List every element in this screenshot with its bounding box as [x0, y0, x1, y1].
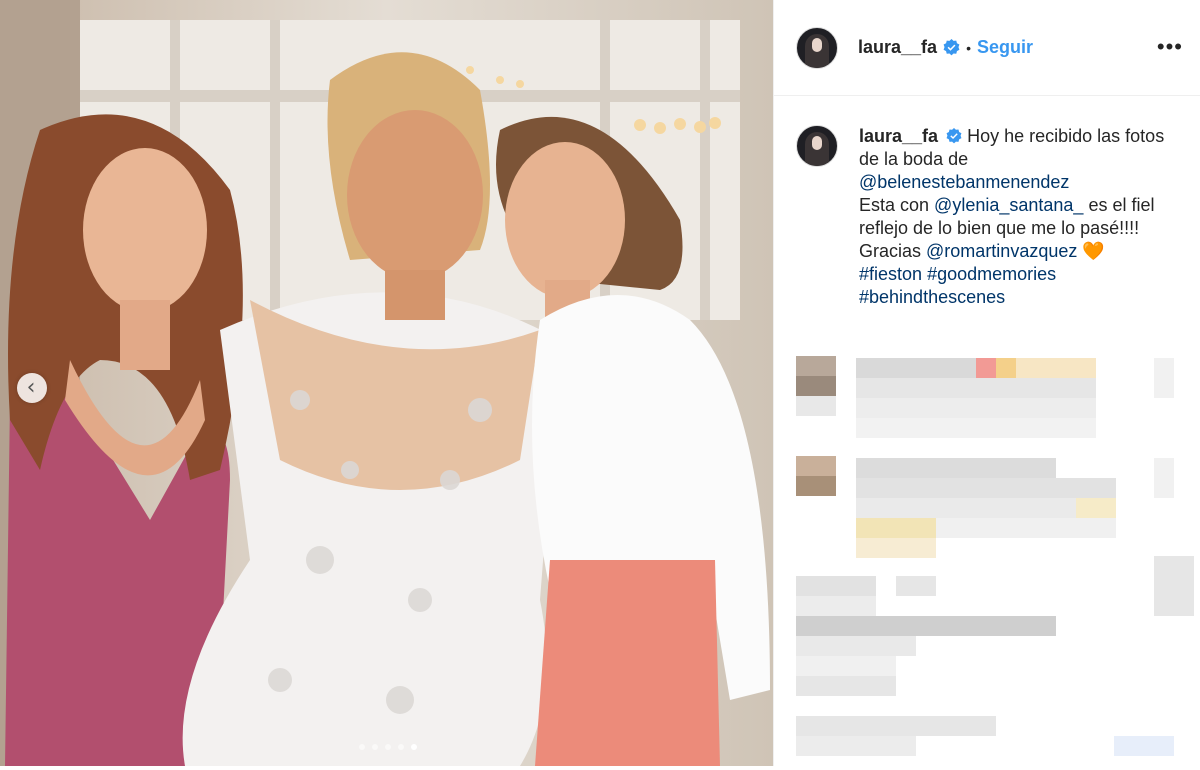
caption-avatar[interactable]: [796, 125, 838, 167]
carousel-indicator: [359, 744, 417, 750]
caption-line: Esta con: [859, 195, 935, 215]
separator-dot: •: [966, 39, 971, 56]
hashtag-link[interactable]: #behindthescenes: [859, 287, 1005, 307]
post-photo[interactable]: ‹: [0, 0, 773, 766]
carousel-dot: [398, 744, 404, 750]
mention-link[interactable]: @ylenia_santana_: [934, 195, 1083, 215]
caption-line: es el fiel: [1083, 195, 1155, 215]
follow-button[interactable]: Seguir: [977, 37, 1033, 58]
header-username[interactable]: laura__fa: [858, 37, 937, 58]
caption-line: de la boda de: [859, 149, 969, 169]
wedding-photo-image: [0, 0, 773, 766]
verified-badge-icon: [943, 39, 960, 56]
more-options-icon[interactable]: •••: [1157, 36, 1183, 58]
hashtag-link[interactable]: #goodmemories: [927, 264, 1056, 284]
carousel-prev-button[interactable]: ‹: [17, 373, 47, 403]
post-side-panel: laura__fa • Seguir ••• laura__fa Hoy he …: [773, 0, 1200, 766]
caption-text: laura__fa Hoy he recibido las fotos de l…: [859, 125, 1189, 309]
carousel-dot-active: [411, 744, 417, 750]
pixelated-comments: [796, 356, 1194, 756]
caption-line: Hoy he recibido las fotos: [967, 126, 1165, 146]
avatar[interactable]: [796, 26, 838, 69]
caption-username[interactable]: laura__fa: [859, 126, 938, 146]
caption-line: Gracias: [859, 241, 927, 261]
caption-line: reflejo de lo bien que me lo pasé!!!!: [859, 218, 1140, 238]
carousel-dot: [385, 744, 391, 750]
chevron-left-icon: ‹: [26, 375, 36, 400]
mention-link[interactable]: @romartinvazquez: [926, 241, 1077, 261]
mention-link[interactable]: @belenestebanmenendez: [859, 172, 1069, 192]
carousel-dot: [359, 744, 365, 750]
post-header: laura__fa • Seguir •••: [774, 0, 1200, 96]
verified-badge-icon: [946, 127, 962, 144]
carousel-dot: [372, 744, 378, 750]
orange-heart-icon: 🧡: [1082, 241, 1105, 261]
hashtag-link[interactable]: #fieston: [859, 264, 922, 284]
